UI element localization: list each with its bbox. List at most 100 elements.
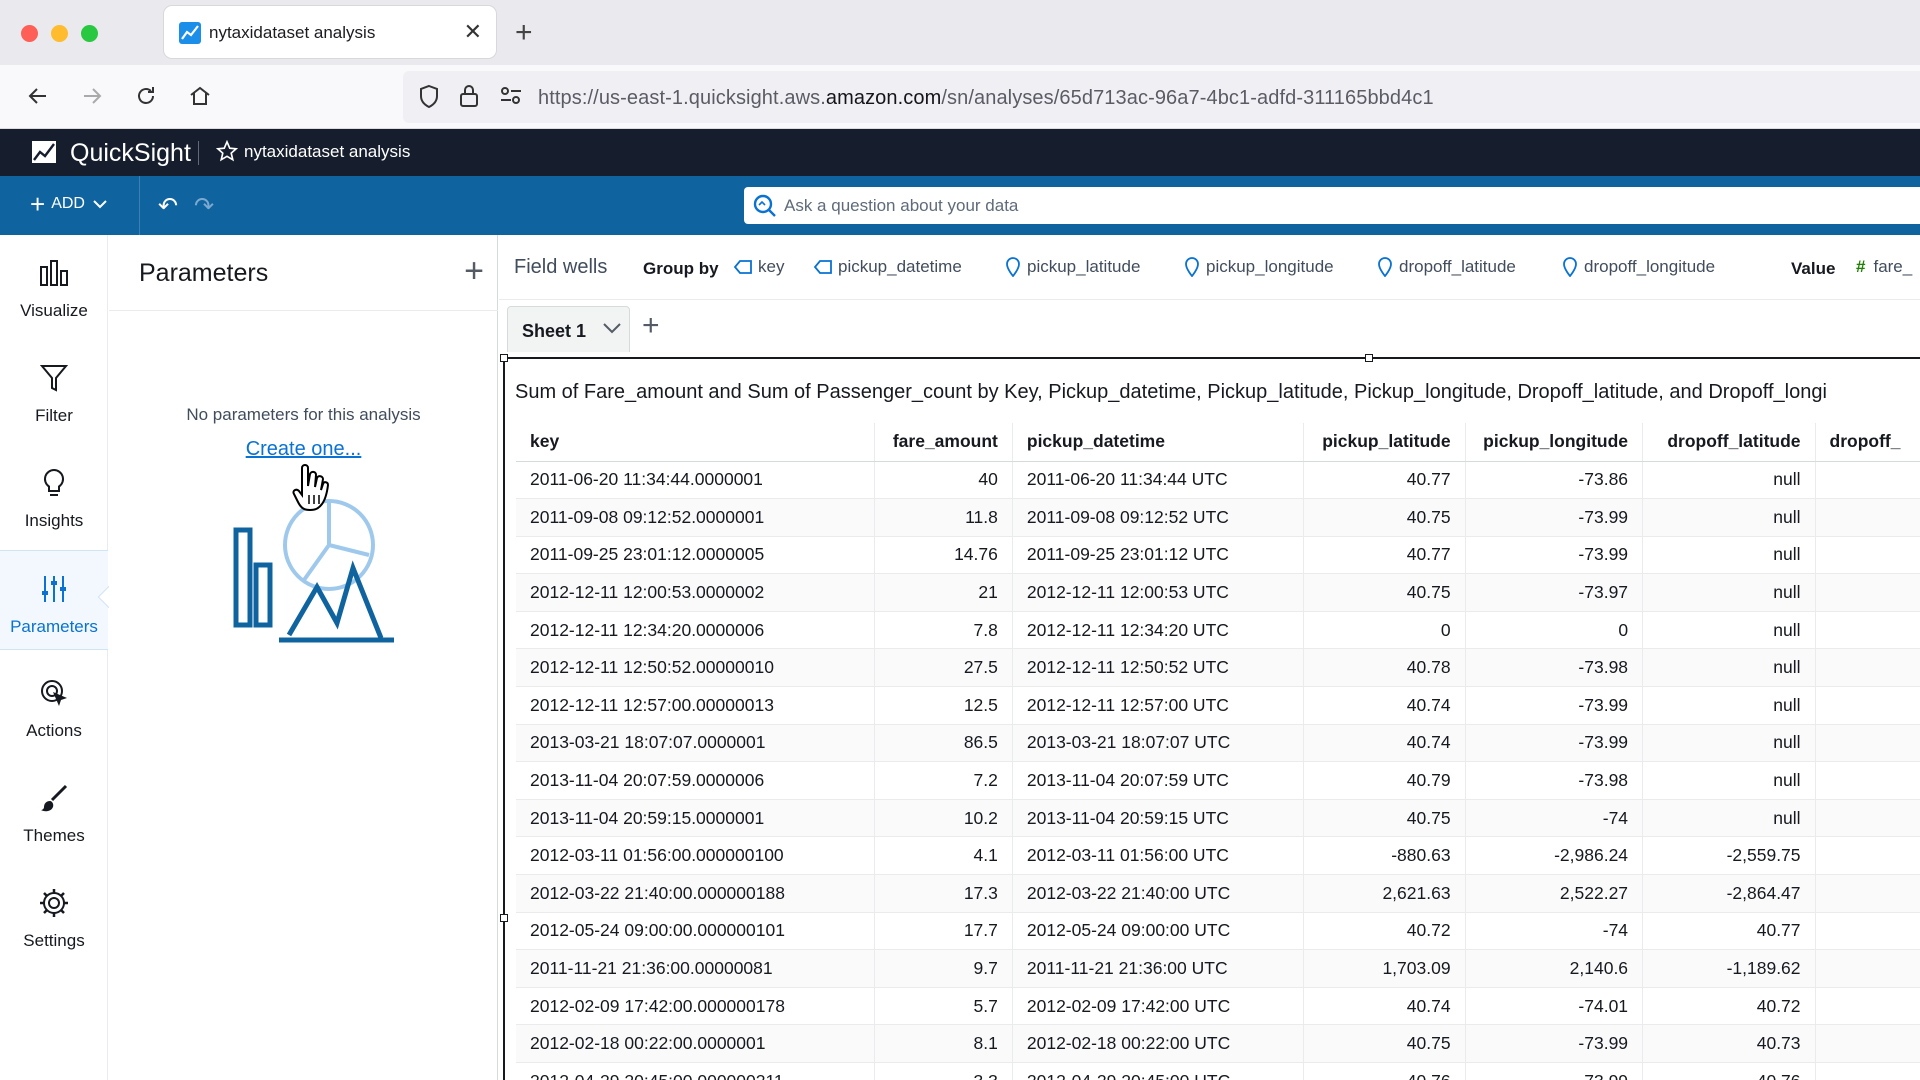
table-cell[interactable]: 17.7 bbox=[875, 912, 1012, 950]
favorite-star-icon[interactable] bbox=[216, 140, 238, 162]
table-cell[interactable] bbox=[1815, 987, 1920, 1025]
column-header[interactable]: dropoff_ bbox=[1815, 423, 1920, 461]
table-cell[interactable]: 40.75 bbox=[1304, 799, 1465, 837]
table-cell[interactable]: -73.99 bbox=[1465, 536, 1642, 574]
table-cell[interactable]: null bbox=[1643, 687, 1815, 725]
table-row[interactable]: 2012-05-24 09:00:00.00000010117.72012-05… bbox=[516, 912, 1920, 950]
table-cell[interactable] bbox=[1815, 875, 1920, 913]
table-cell[interactable]: -1,189.62 bbox=[1643, 950, 1815, 988]
table-cell[interactable]: 0 bbox=[1465, 611, 1642, 649]
table-cell[interactable]: -73.99 bbox=[1465, 1063, 1642, 1080]
table-cell[interactable]: 2012-12-11 12:00:53.0000002 bbox=[516, 574, 875, 612]
browser-tab[interactable]: nytaxidataset analysis ✕ bbox=[164, 6, 496, 58]
table-cell[interactable]: 2012-03-11 01:56:00 UTC bbox=[1012, 837, 1303, 875]
new-tab-icon[interactable]: + bbox=[515, 14, 533, 52]
table-cell[interactable] bbox=[1815, 724, 1920, 762]
table-cell[interactable] bbox=[1815, 762, 1920, 800]
table-cell[interactable]: 7.2 bbox=[875, 762, 1012, 800]
table-visual[interactable]: Sum of Fare_amount and Sum of Passenger_… bbox=[503, 357, 1920, 1080]
rail-item-filter[interactable]: Filter bbox=[0, 340, 108, 440]
table-cell[interactable] bbox=[1815, 799, 1920, 837]
table-cell[interactable] bbox=[1815, 950, 1920, 988]
table-cell[interactable]: 40.75 bbox=[1304, 1025, 1465, 1063]
table-cell[interactable]: 2012-03-22 21:40:00.000000188 bbox=[516, 875, 875, 913]
table-cell[interactable]: 4.1 bbox=[875, 837, 1012, 875]
table-cell[interactable]: 2011-09-08 09:12:52.0000001 bbox=[516, 499, 875, 537]
table-cell[interactable]: 2012-03-11 01:56:00.000000100 bbox=[516, 837, 875, 875]
column-header[interactable]: key bbox=[516, 423, 875, 461]
table-cell[interactable]: 5.7 bbox=[875, 987, 1012, 1025]
table-cell[interactable]: 8.1 bbox=[875, 1025, 1012, 1063]
url-bar[interactable]: https://us-east-1.quicksight.aws.amazon.… bbox=[403, 71, 1920, 123]
forward-icon[interactable] bbox=[75, 79, 109, 113]
table-cell[interactable]: 40.73 bbox=[1643, 1025, 1815, 1063]
table-cell[interactable]: 2011-09-08 09:12:52 UTC bbox=[1012, 499, 1303, 537]
table-cell[interactable]: 2012-02-09 17:42:00.000000178 bbox=[516, 987, 875, 1025]
table-cell[interactable]: 2011-11-21 21:36:00.00000081 bbox=[516, 950, 875, 988]
table-cell[interactable]: 1,703.09 bbox=[1304, 950, 1465, 988]
visual-title[interactable]: Sum of Fare_amount and Sum of Passenger_… bbox=[515, 381, 1827, 404]
rail-item-insights[interactable]: Insights bbox=[0, 445, 108, 545]
shield-icon[interactable] bbox=[417, 84, 441, 110]
table-cell[interactable]: 0 bbox=[1304, 611, 1465, 649]
table-cell[interactable]: 2012-12-11 12:34:20 UTC bbox=[1012, 611, 1303, 649]
table-cell[interactable]: 40.77 bbox=[1304, 536, 1465, 574]
table-cell[interactable] bbox=[1815, 499, 1920, 537]
table-row[interactable]: 2013-11-04 20:59:15.000000110.22013-11-0… bbox=[516, 799, 1920, 837]
table-cell[interactable]: null bbox=[1643, 574, 1815, 612]
table-row[interactable]: 2013-03-21 18:07:07.000000186.52013-03-2… bbox=[516, 724, 1920, 762]
table-cell[interactable]: 2012-04-29 20:45:00 UTC bbox=[1012, 1063, 1303, 1080]
table-cell[interactable]: 7.8 bbox=[875, 611, 1012, 649]
table-cell[interactable]: 2011-09-25 23:01:12.0000005 bbox=[516, 536, 875, 574]
quicksight-brand[interactable]: QuickSight bbox=[70, 139, 191, 168]
field-wells-title[interactable]: Field wells bbox=[514, 256, 607, 279]
chevron-down-icon[interactable] bbox=[601, 317, 623, 339]
table-cell[interactable]: 2012-12-11 12:57:00.00000013 bbox=[516, 687, 875, 725]
table-cell[interactable]: 11.8 bbox=[875, 499, 1012, 537]
home-icon[interactable] bbox=[183, 79, 217, 113]
table-cell[interactable]: 2013-11-04 20:07:59.0000006 bbox=[516, 762, 875, 800]
table-cell[interactable] bbox=[1815, 1063, 1920, 1080]
table-row[interactable]: 2011-09-08 09:12:52.000000111.82011-09-0… bbox=[516, 499, 1920, 537]
table-cell[interactable]: 2013-11-04 20:07:59 UTC bbox=[1012, 762, 1303, 800]
table-cell[interactable]: 21 bbox=[875, 574, 1012, 612]
table-row[interactable]: 2011-09-25 23:01:12.000000514.762011-09-… bbox=[516, 536, 1920, 574]
table-cell[interactable]: 2,522.27 bbox=[1465, 875, 1642, 913]
table-cell[interactable]: 27.5 bbox=[875, 649, 1012, 687]
table-cell[interactable]: -73.99 bbox=[1465, 724, 1642, 762]
table-cell[interactable]: 2012-12-11 12:57:00 UTC bbox=[1012, 687, 1303, 725]
table-cell[interactable]: 2012-02-18 00:22:00 UTC bbox=[1012, 1025, 1303, 1063]
table-cell[interactable]: 2013-11-04 20:59:15.0000001 bbox=[516, 799, 875, 837]
table-row[interactable]: 2012-12-11 12:00:53.0000002212012-12-11 … bbox=[516, 574, 1920, 612]
table-cell[interactable]: 40.75 bbox=[1304, 574, 1465, 612]
value-field-chip[interactable]: # fare_ bbox=[1856, 257, 1912, 277]
group-by-field-chip[interactable]: pickup_longitude bbox=[1184, 257, 1334, 277]
table-cell[interactable]: null bbox=[1643, 799, 1815, 837]
table-cell[interactable]: null bbox=[1643, 536, 1815, 574]
table-cell[interactable]: 2012-12-11 12:50:52 UTC bbox=[1012, 649, 1303, 687]
table-cell[interactable]: 14.76 bbox=[875, 536, 1012, 574]
group-by-field-chip[interactable]: pickup_datetime bbox=[814, 257, 962, 277]
lock-icon[interactable] bbox=[458, 83, 480, 109]
table-cell[interactable]: 2011-11-21 21:36:00 UTC bbox=[1012, 950, 1303, 988]
table-cell[interactable]: -74 bbox=[1465, 799, 1642, 837]
table-cell[interactable]: null bbox=[1643, 499, 1815, 537]
table-cell[interactable] bbox=[1815, 687, 1920, 725]
table-cell[interactable]: -2,986.24 bbox=[1465, 837, 1642, 875]
rail-item-parameters[interactable]: Parameters bbox=[0, 550, 108, 650]
maximize-window-button[interactable] bbox=[81, 25, 98, 42]
table-cell[interactable]: 9.7 bbox=[875, 950, 1012, 988]
table-cell[interactable]: 2012-02-18 00:22:00.0000001 bbox=[516, 1025, 875, 1063]
table-cell[interactable]: 2012-04-29 20:45:00.000000211 bbox=[516, 1063, 875, 1080]
table-cell[interactable]: -73.98 bbox=[1465, 762, 1642, 800]
column-header[interactable]: dropoff_latitude bbox=[1643, 423, 1815, 461]
add-parameter-icon[interactable]: + bbox=[464, 249, 484, 293]
table-row[interactable]: 2012-02-09 17:42:00.0000001785.72012-02-… bbox=[516, 987, 1920, 1025]
sheet-tab[interactable]: Sheet 1 bbox=[507, 306, 630, 352]
quicksight-logo-icon[interactable] bbox=[31, 140, 57, 164]
table-cell[interactable]: 86.5 bbox=[875, 724, 1012, 762]
table-cell[interactable]: null bbox=[1643, 649, 1815, 687]
table-row[interactable]: 2011-11-21 21:36:00.000000819.72011-11-2… bbox=[516, 950, 1920, 988]
table-cell[interactable]: null bbox=[1643, 611, 1815, 649]
rail-item-themes[interactable]: Themes bbox=[0, 760, 108, 860]
